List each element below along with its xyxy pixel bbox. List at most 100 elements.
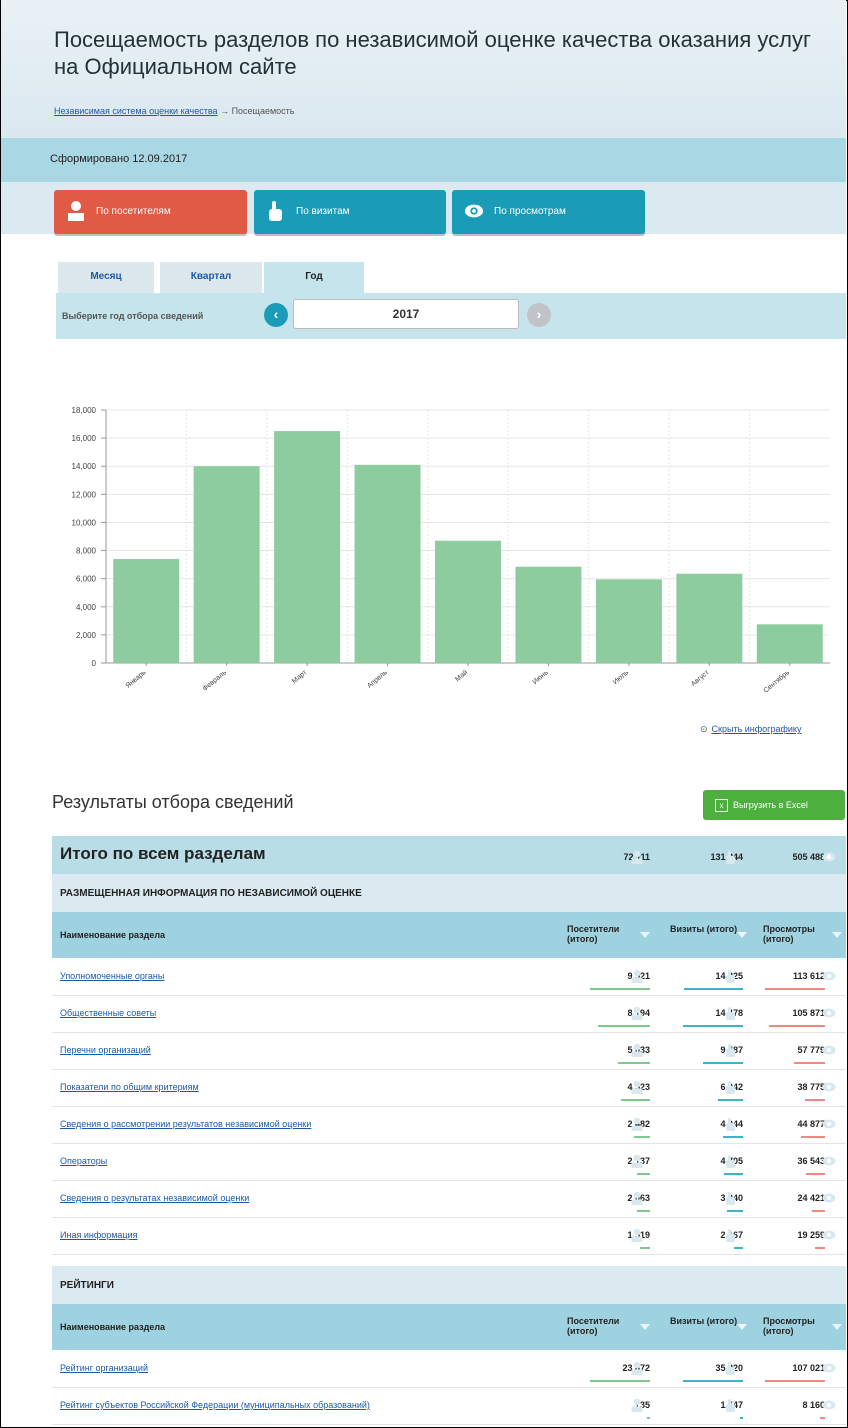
tab-year[interactable]: Год <box>264 262 364 294</box>
section-link[interactable]: Операторы <box>60 1156 107 1166</box>
views-bar <box>801 1136 825 1138</box>
row-divider <box>52 1254 846 1255</box>
sort-arrow-icon[interactable] <box>737 932 747 938</box>
person-icon <box>631 1154 643 1168</box>
person-icon <box>631 850 643 864</box>
hand-pointer-icon <box>726 1044 735 1057</box>
visitors-bar <box>637 1210 650 1212</box>
hand-pointer-icon <box>726 1399 735 1412</box>
views-bar <box>806 1173 825 1175</box>
by-views-label: По просмотрам <box>494 206 566 217</box>
row-views: 44 877 <box>797 1119 825 1129</box>
eye-icon <box>464 204 484 218</box>
person-icon <box>631 1080 643 1094</box>
views-bar <box>794 1062 825 1064</box>
by-visitors-button[interactable]: По посетителям <box>54 190 247 234</box>
page-title: Посещаемость разделов по независимой оце… <box>54 27 812 79</box>
tab-quarter[interactable]: Квартал <box>160 262 262 294</box>
x-tick-label: Июнь <box>532 669 550 686</box>
sort-arrow-icon[interactable] <box>737 1324 747 1330</box>
visitors-bar <box>647 1417 650 1419</box>
section-ratings-bar <box>52 1266 846 1304</box>
row-divider <box>52 995 846 996</box>
section-ratings-title: РЕЙТИНГИ <box>60 1280 114 1291</box>
section-link[interactable]: Показатели по общим критериям <box>60 1082 199 1092</box>
person-icon <box>631 1361 643 1375</box>
views-bar <box>765 988 825 990</box>
bar-3 <box>274 431 341 663</box>
person-icon <box>631 1398 643 1412</box>
x-tick-label: Январь <box>125 669 148 690</box>
sort-arrow-icon[interactable] <box>832 932 842 938</box>
y-tick-label: 4,000 <box>76 603 97 612</box>
eye-icon <box>822 1400 836 1410</box>
visitors-bar <box>590 988 650 990</box>
column-header-visitors[interactable]: Посетители (итого) <box>567 1316 637 1336</box>
hide-infographic-label: Скрыть инфографику <box>711 724 802 734</box>
visitors-bar <box>590 1380 650 1382</box>
section-link[interactable]: Иная информация <box>60 1230 137 1240</box>
row-views: 8 160 <box>802 1400 825 1410</box>
column-header-views[interactable]: Просмотры (итого) <box>763 1316 833 1336</box>
views-bar <box>820 1417 825 1419</box>
next-year-button[interactable]: › <box>527 303 551 327</box>
section-link[interactable]: Уполномоченные органы <box>60 971 164 981</box>
column-header-views[interactable]: Просмотры (итого) <box>763 924 833 944</box>
section-link[interactable]: Общественные советы <box>60 1008 156 1018</box>
views-bar <box>815 1247 825 1249</box>
views-bar <box>769 1025 825 1027</box>
by-visits-button[interactable]: По визитам <box>254 190 446 234</box>
person-icon <box>631 969 643 983</box>
eye-icon <box>822 1193 836 1203</box>
sort-arrow-icon[interactable] <box>832 1324 842 1330</box>
eye-icon <box>822 971 836 981</box>
section-link[interactable]: Перечни организаций <box>60 1045 151 1055</box>
views-bar <box>765 1380 825 1382</box>
section-link[interactable]: Сведения о результатах независимой оценк… <box>60 1193 249 1203</box>
visitors-bar <box>621 1099 650 1101</box>
x-tick-label: Август <box>690 669 711 688</box>
column-header-name: Наименование раздела <box>60 1322 166 1332</box>
person-icon <box>631 1228 643 1242</box>
bar-9 <box>756 624 823 663</box>
row-views: 38 775 <box>797 1082 825 1092</box>
sort-arrow-icon[interactable] <box>640 1324 650 1330</box>
y-tick-label: 8,000 <box>76 547 97 556</box>
sort-arrow-icon[interactable] <box>640 932 650 938</box>
y-tick-label: 12,000 <box>72 490 97 499</box>
hand-pointer-icon <box>726 1155 735 1168</box>
eye-icon <box>822 1119 836 1129</box>
chevron-left-icon: ‹ <box>273 306 279 322</box>
tab-month[interactable]: Месяц <box>58 262 154 294</box>
by-visits-label: По визитам <box>296 206 350 217</box>
section-link[interactable]: Рейтинг субъектов Российской Федерации (… <box>60 1400 370 1410</box>
column-header-visitors[interactable]: Посетители (итого) <box>567 924 637 944</box>
visits-bar <box>703 1062 743 1064</box>
column-header-visits[interactable]: Визиты (итого) <box>670 924 740 934</box>
x-tick-label: Март <box>291 669 309 686</box>
prev-year-button[interactable]: ‹ <box>264 303 288 327</box>
bar-8 <box>676 573 743 663</box>
row-divider <box>52 1032 846 1033</box>
formed-date: Сформировано 12.09.2017 <box>50 153 188 165</box>
column-header-visits[interactable]: Визиты (итого) <box>670 1316 740 1326</box>
hand-pointer-icon <box>726 1192 735 1205</box>
eye-icon <box>822 1156 836 1166</box>
visitors-bar <box>640 1247 650 1249</box>
views-bar <box>812 1210 825 1212</box>
year-input[interactable]: 2017 <box>293 299 519 329</box>
by-visitors-label: По посетителям <box>96 206 171 217</box>
section-link[interactable]: Сведения о рассмотрении результатов неза… <box>60 1119 311 1129</box>
x-tick-label: Июль <box>612 669 630 686</box>
visits-bar <box>718 1099 743 1101</box>
row-views: 105 871 <box>792 1008 825 1018</box>
person-icon <box>631 1043 643 1057</box>
by-views-button[interactable]: По просмотрам <box>452 190 645 234</box>
breadcrumb-link[interactable]: Независимая система оценки качества <box>54 106 218 116</box>
section-link[interactable]: Рейтинг организаций <box>60 1363 148 1373</box>
export-excel-button[interactable]: x Выгрузить в Excel <box>703 790 845 820</box>
row-divider <box>52 1106 846 1107</box>
hide-infographic-link[interactable]: ⊙ Скрыть инфографику <box>700 724 801 735</box>
row-divider <box>52 1424 846 1425</box>
visits-bar-chart: 0 2,000 4,000 6,000 8,000 10,000 12,000 14,000 1… <box>72 406 830 695</box>
